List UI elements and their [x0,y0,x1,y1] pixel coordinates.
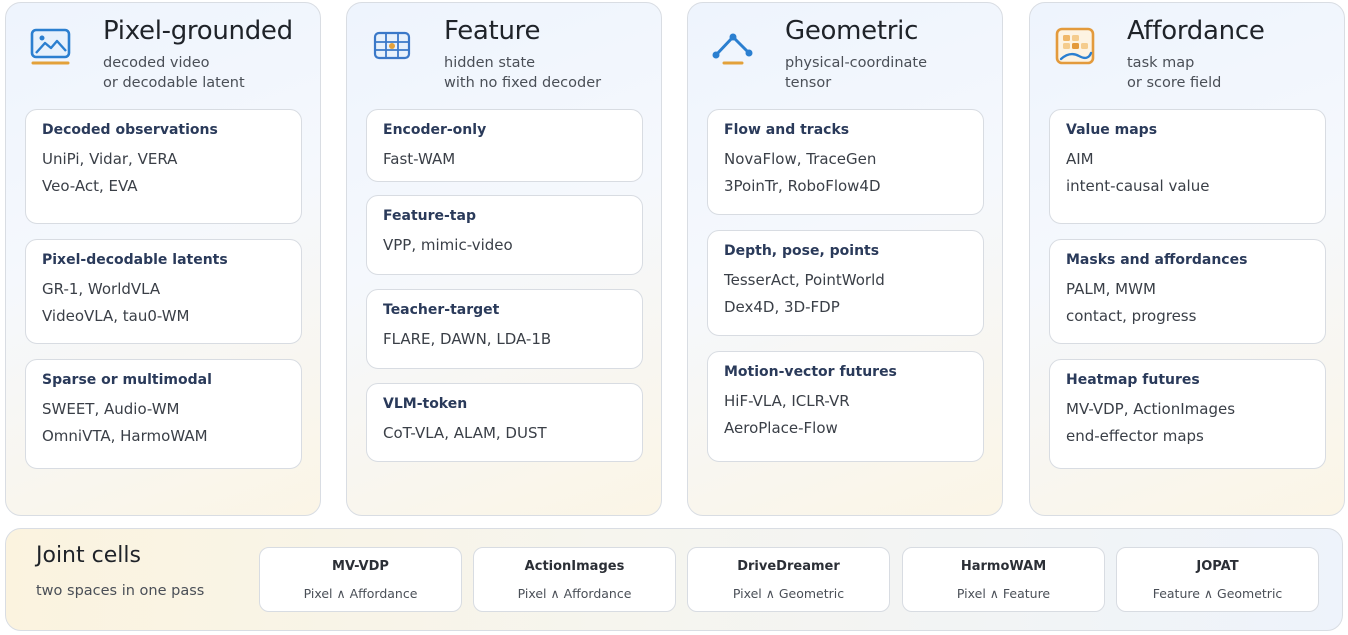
geometric-column: Geometric physical-coordinate tensor Flo… [687,2,1003,516]
category-card: Feature-tap VPP, mimic-video [366,195,643,275]
column-subtitle-line: hidden state [444,55,536,71]
card-line: VideoVLA, tau0-WM [42,307,190,325]
column-subtitle-line: with no fixed decoder [444,75,602,91]
category-card: Pixel-decodable latents GR-1, WorldVLA V… [25,239,302,344]
pair-description: Pixel ∧ Feature [956,586,1051,601]
card-line: TesserAct, PointWorld [724,271,885,289]
pair-name: MV-VDP [332,559,389,574]
geometry-nodes-icon [712,33,753,65]
card-line: HiF-VLA, ICLR-VR [724,392,850,410]
joint-subtitle: two spaces in one pass [36,583,205,599]
card-title: Flow and tracks [724,122,850,138]
card-line: end-effector maps [1066,427,1204,445]
card-line: UniPi, Vidar, VERA [42,150,178,168]
card-line: AeroPlace-Flow [724,419,838,437]
card-line: VPP, mimic-video [383,236,513,254]
column-subtitle-line: or score field [1127,75,1222,91]
column-subtitle-line: or decodable latent [103,75,245,91]
category-card: Depth, pose, points TesserAct, PointWorl… [707,230,984,336]
column-subtitle-line: physical-coordinate [785,55,928,71]
column-title: Affordance [1127,16,1265,46]
card-line: Fast-WAM [383,150,456,168]
card-line: Dex4D, 3D-FDP [724,298,840,316]
card-title: Masks and affordances [1066,252,1248,268]
category-card: VLM-token CoT-VLA, ALAM, DUST [366,383,643,462]
pair-name: HarmoWAM [960,559,1047,574]
card-line: SWEET, Audio-WM [42,400,180,418]
joint-cells-panel: Joint cells two spaces in one pass MV-VD… [5,528,1343,631]
category-card: Value maps AIM intent-causal value [1049,109,1326,224]
card-line: Veo-Act, EVA [42,177,138,195]
pixel-grounded-column: Pixel-grounded decoded video or decodabl… [5,2,321,516]
column-subtitle-line: decoded video [103,55,210,71]
card-line: MV-VDP, ActionImages [1066,400,1236,418]
pair-name: JOPAT [1196,559,1239,574]
card-title: Pixel-decodable latents [42,252,228,268]
affordance-map-icon [1055,27,1095,65]
card-line: CoT-VLA, ALAM, DUST [383,424,547,442]
column-subtitle: hidden state with no fixed decoder [444,53,601,93]
image-frame-icon [30,28,71,65]
pair-description: Pixel ∧ Geometric [732,586,845,601]
category-card: Encoder-only Fast-WAM [366,109,643,182]
affordance-column: Affordance task map or score field Value… [1029,2,1345,516]
category-card: Teacher-target FLARE, DAWN, LDA-1B [366,289,643,369]
feature-column: Feature hidden state with no fixed decod… [346,2,662,516]
joint-pair-card: ActionImages Pixel ∧ Affordance [473,547,676,612]
card-title: Depth, pose, points [724,243,880,259]
column-title: Geometric [785,16,919,46]
card-line: GR-1, WorldVLA [42,280,161,298]
pair-description: Pixel ∧ Affordance [517,586,632,601]
feature-grid-icon [373,31,411,60]
joint-pair-card: JOPAT Feature ∧ Geometric [1116,547,1319,612]
joint-title: Joint cells [36,543,141,568]
category-card: Motion-vector futures HiF-VLA, ICLR-VR A… [707,351,984,462]
card-line: intent-causal value [1066,177,1210,195]
joint-pair-card: MV-VDP Pixel ∧ Affordance [259,547,462,612]
pair-description: Feature ∧ Geometric [1152,586,1283,601]
card-line: NovaFlow, TraceGen [724,150,877,168]
column-title: Pixel-grounded [103,16,293,46]
card-title: VLM-token [383,396,468,412]
pair-name: DriveDreamer [737,559,840,574]
category-card: Decoded observations UniPi, Vidar, VERA … [25,109,302,224]
column-subtitle-line: tensor [785,75,832,91]
card-title: Sparse or multimodal [42,372,212,388]
column-subtitle: decoded video or decodable latent [103,53,245,93]
category-card: Masks and affordances PALM, MWM contact,… [1049,239,1326,344]
joint-pair-card: DriveDreamer Pixel ∧ Geometric [687,547,890,612]
card-title: Teacher-target [383,302,500,318]
card-title: Encoder-only [383,122,487,138]
pair-description: Pixel ∧ Affordance [303,586,418,601]
pair-name: ActionImages [524,559,625,574]
card-line: PALM, MWM [1066,280,1156,298]
card-line: OmniVTA, HarmoWAM [42,427,208,445]
category-card: Sparse or multimodal SWEET, Audio-WM Omn… [25,359,302,469]
card-title: Motion-vector futures [724,364,897,380]
category-card: Flow and tracks NovaFlow, TraceGen 3Poin… [707,109,984,215]
card-line: AIM [1066,150,1094,168]
card-title: Decoded observations [42,122,218,138]
column-subtitle: physical-coordinate tensor [785,53,927,93]
card-line: 3PoinTr, RoboFlow4D [724,177,881,195]
column-subtitle-line: task map [1127,55,1195,71]
card-title: Heatmap futures [1066,372,1200,388]
card-line: contact, progress [1066,307,1197,325]
column-title: Feature [444,16,541,46]
category-card: Heatmap futures MV-VDP, ActionImages end… [1049,359,1326,469]
column-subtitle: task map or score field [1127,53,1221,93]
card-title: Feature-tap [383,208,476,224]
card-title: Value maps [1066,122,1158,138]
card-line: FLARE, DAWN, LDA-1B [383,330,552,348]
joint-pair-card: HarmoWAM Pixel ∧ Feature [902,547,1105,612]
